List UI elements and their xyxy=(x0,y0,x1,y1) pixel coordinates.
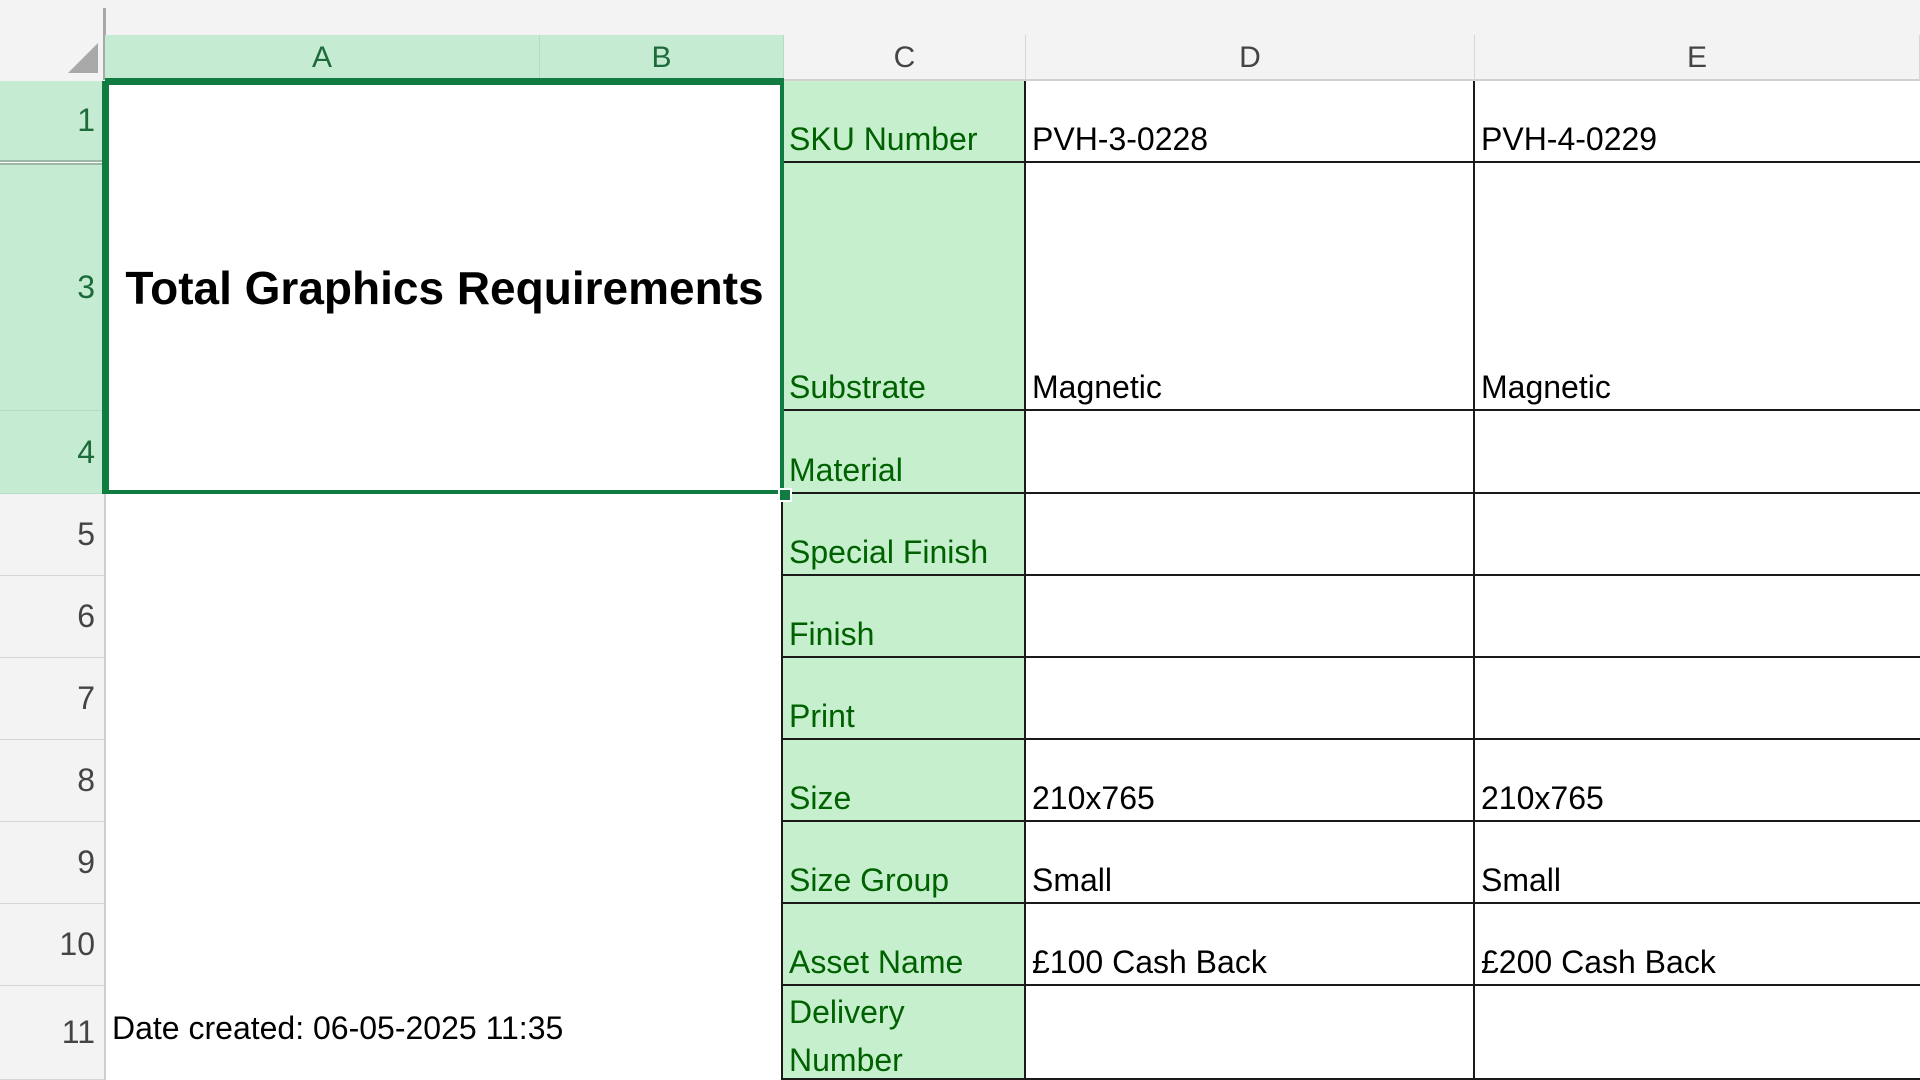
cell-e5[interactable] xyxy=(1475,494,1920,576)
row-header-7[interactable]: 7 xyxy=(0,658,105,740)
fill-handle[interactable] xyxy=(778,488,792,502)
cell-e9[interactable]: Small xyxy=(1475,822,1920,904)
column-header-c[interactable]: C xyxy=(784,35,1026,81)
cell-c8-label[interactable]: Size xyxy=(783,740,1026,822)
cell-c3-label[interactable]: Substrate xyxy=(783,163,1026,411)
column-header-b[interactable]: B xyxy=(540,35,784,81)
cell-e11[interactable] xyxy=(1475,986,1920,1080)
cell-e3[interactable]: Magnetic xyxy=(1475,163,1920,411)
cell-c4-label[interactable]: Material xyxy=(783,411,1026,494)
cell-d10[interactable]: £100 Cash Back xyxy=(1026,904,1475,986)
row-header-8[interactable]: 8 xyxy=(0,740,105,822)
cell-e7[interactable] xyxy=(1475,658,1920,740)
cell-c6-label[interactable]: Finish xyxy=(783,576,1026,658)
cell-c7-label[interactable]: Print xyxy=(783,658,1026,740)
row-header-4[interactable]: 4 xyxy=(0,411,105,494)
column-header-e[interactable]: E xyxy=(1475,35,1920,81)
date-created-cell[interactable]: Date created: 06-05-2025 11:35 xyxy=(112,1010,563,1047)
row-header-9[interactable]: 9 xyxy=(0,822,105,904)
cell-d4[interactable] xyxy=(1026,411,1475,494)
cell-c5-label[interactable]: Special Finish xyxy=(783,494,1026,576)
cell-d6[interactable] xyxy=(1026,576,1475,658)
row-header-3[interactable]: 3 xyxy=(0,165,105,411)
cell-d1[interactable]: PVH-3-0228 xyxy=(1026,81,1475,163)
select-all-triangle-icon[interactable] xyxy=(68,43,98,73)
cell-e10[interactable]: £200 Cash Back xyxy=(1475,904,1920,986)
cell-d3[interactable]: Magnetic xyxy=(1026,163,1475,411)
cell-d8[interactable]: 210x765 xyxy=(1026,740,1475,822)
cell-e1[interactable]: PVH-4-0229 xyxy=(1475,81,1920,163)
row-header-10[interactable]: 10 xyxy=(0,904,105,986)
cell-d7[interactable] xyxy=(1026,658,1475,740)
column-header-a[interactable]: A xyxy=(105,35,540,81)
cell-d11[interactable] xyxy=(1026,986,1475,1080)
row-header-6[interactable]: 6 xyxy=(0,576,105,658)
row-header-11[interactable]: 11 xyxy=(0,986,105,1080)
sheet-title: Total Graphics Requirements xyxy=(125,261,764,314)
column-header-d[interactable]: D xyxy=(1026,35,1475,81)
cell-c11-label[interactable]: Delivery Number xyxy=(783,986,1026,1080)
row-header-1[interactable]: 1 xyxy=(0,81,105,161)
cell-d5[interactable] xyxy=(1026,494,1475,576)
row-header-5[interactable]: 5 xyxy=(0,494,105,576)
cell-c1-label[interactable]: SKU Number xyxy=(783,81,1026,163)
cell-c10-label[interactable]: Asset Name xyxy=(783,904,1026,986)
cell-d9[interactable]: Small xyxy=(1026,822,1475,904)
cell-c9-label[interactable]: Size Group xyxy=(783,822,1026,904)
cell-e8[interactable]: 210x765 xyxy=(1475,740,1920,822)
cell-e4[interactable] xyxy=(1475,411,1920,494)
cell-e6[interactable] xyxy=(1475,576,1920,658)
merged-title-cell[interactable]: Total Graphics Requirements xyxy=(105,81,784,494)
